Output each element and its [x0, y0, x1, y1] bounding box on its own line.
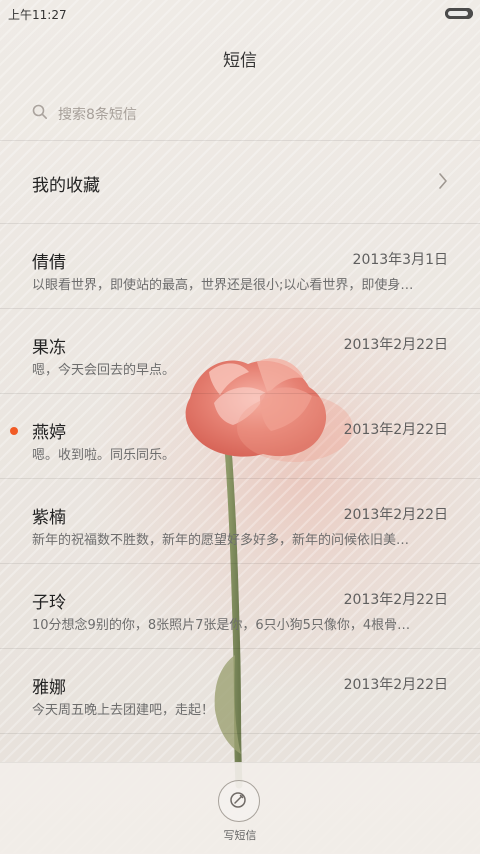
- conversation-preview: 嗯，今天会回去的早点。: [32, 363, 176, 378]
- conversation-preview: 嗯。收到啦。同乐同乐。: [32, 448, 176, 463]
- favorites-row[interactable]: 我的收藏: [0, 140, 480, 224]
- conversation-preview: 新年的祝福数不胜数，新年的愿望好多好多，新年的问候依旧美…: [32, 533, 410, 548]
- battery-icon: [445, 8, 473, 19]
- conversation-date: 2013年3月1日: [352, 252, 448, 268]
- message-list: 我的收藏 倩倩 2013年3月1日 以眼看世界，即使站的最高，世界还是很小;以心…: [0, 140, 480, 734]
- conversation-date: 2013年2月22日: [343, 677, 448, 693]
- page-title: 短信: [223, 51, 257, 71]
- conversation-row[interactable]: 果冻 2013年2月22日 嗯，今天会回去的早点。: [0, 309, 480, 394]
- search-icon: [32, 104, 47, 119]
- conversation-row[interactable]: 子玲 2013年2月22日 10分想念9别的你，8张照片7张是你，6只小狗5只像…: [0, 564, 480, 649]
- conversation-preview: 10分想念9别的你，8张照片7张是你，6只小狗5只像你，4根骨…: [32, 618, 411, 633]
- conversation-date: 2013年2月22日: [343, 592, 448, 608]
- status-bar: 上午11:27: [0, 0, 480, 28]
- unread-indicator: [10, 427, 18, 435]
- conversation-row[interactable]: 燕婷 2013年2月22日 嗯。收到啦。同乐同乐。: [0, 394, 480, 479]
- conversation-date: 2013年2月22日: [343, 422, 448, 438]
- search-input-placeholder[interactable]: 搜索8条短信: [58, 104, 137, 124]
- conversation-date: 2013年2月22日: [343, 337, 448, 353]
- app-header: 短信: [0, 28, 480, 84]
- conversation-name: 燕婷: [32, 423, 66, 443]
- conversation-row[interactable]: 紫楠 2013年2月22日 新年的祝福数不胜数，新年的愿望好多好多，新年的问候依…: [0, 479, 480, 564]
- bottom-action-bar: 写短信: [0, 762, 480, 854]
- conversation-row[interactable]: 倩倩 2013年3月1日 以眼看世界，即使站的最高，世界还是很小;以心看世界，即…: [0, 224, 480, 309]
- favorites-label: 我的收藏: [32, 176, 100, 196]
- conversation-name: 雅娜: [32, 678, 66, 698]
- conversation-name: 倩倩: [32, 253, 66, 273]
- search-bar[interactable]: 搜索8条短信: [0, 84, 480, 141]
- conversation-date: 2013年2月22日: [343, 507, 448, 523]
- compose-button[interactable]: [218, 780, 262, 824]
- conversation-preview: 以眼看世界，即使站的最高，世界还是很小;以心看世界，即使身…: [32, 278, 414, 293]
- compose-label: 写短信: [223, 829, 257, 842]
- conversation-name: 果冻: [32, 338, 66, 358]
- status-time: 上午11:27: [8, 8, 67, 22]
- chevron-right-icon: [439, 173, 447, 189]
- compose-icon: [230, 792, 246, 808]
- conversation-name: 紫楠: [32, 508, 66, 528]
- conversation-row[interactable]: 雅娜 2013年2月22日 今天周五晚上去团建吧，走起！: [0, 649, 480, 734]
- conversation-name: 子玲: [32, 593, 66, 613]
- conversation-preview: 今天周五晚上去团建吧，走起！: [32, 703, 215, 718]
